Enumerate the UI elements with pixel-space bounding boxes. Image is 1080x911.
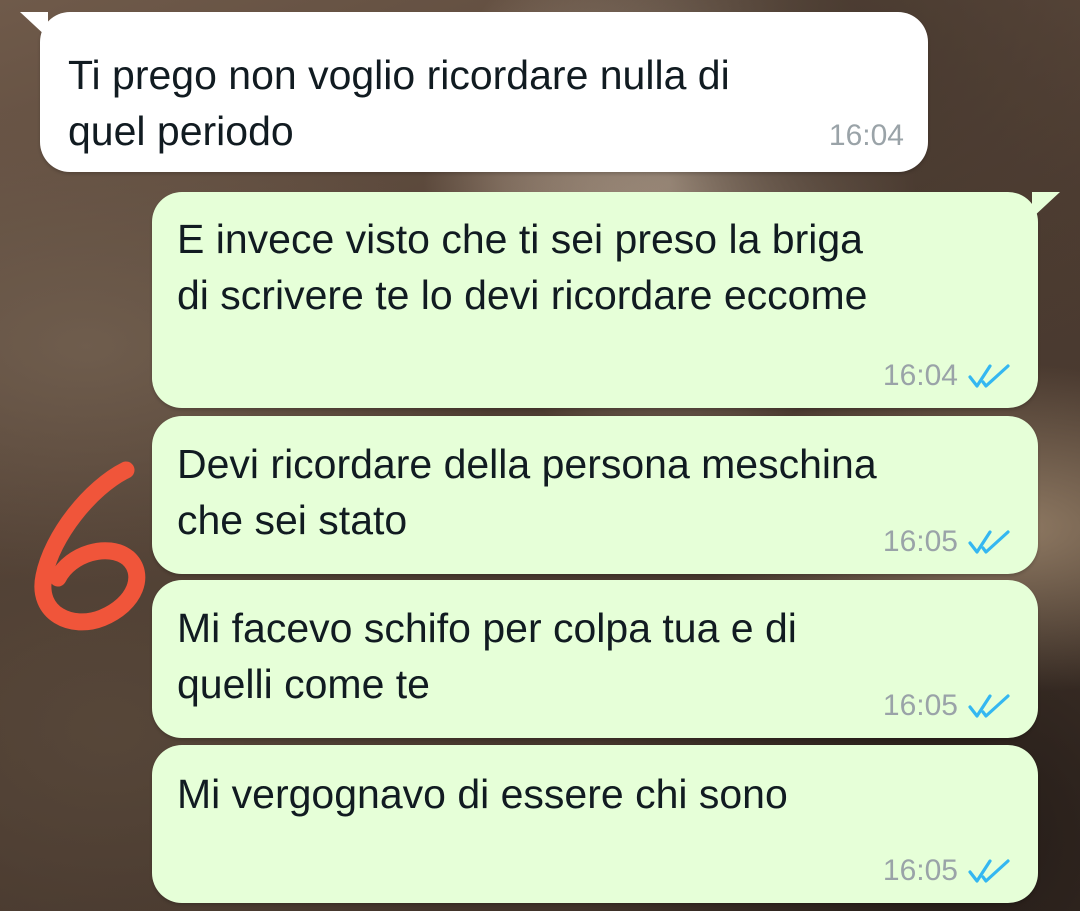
- message-text: Devi ricordare della persona meschina ch…: [177, 441, 877, 543]
- double-check-icon: [968, 694, 1010, 718]
- message-bubble-outgoing[interactable]: Devi ricordare della persona meschina ch…: [152, 416, 1038, 574]
- bubble-tail: [1032, 192, 1060, 218]
- double-check-icon: [968, 530, 1010, 554]
- message-text: Ti prego non voglio ricordare nulla di q…: [68, 52, 730, 154]
- message-text: E invece visto che ti sei preso la briga…: [177, 216, 868, 318]
- bubble-tail: [20, 12, 48, 38]
- message-text: Mi vergognavo di essere chi sono: [177, 771, 788, 817]
- message-meta: 16:05: [883, 524, 1012, 560]
- message-time: 16:04: [882, 359, 958, 392]
- message-bubble-incoming[interactable]: Ti prego non voglio ricordare nulla di q…: [20, 12, 928, 172]
- message-meta: 16:04: [829, 118, 904, 154]
- handwritten-number-annotation: [34, 461, 146, 631]
- message-time: 16:05: [882, 525, 958, 558]
- message-bubble-outgoing[interactable]: Mi vergognavo di essere chi sono 16:05: [152, 745, 1038, 903]
- double-check-icon: [968, 364, 1010, 388]
- message-text: Mi facevo schifo per colpa tua e di quel…: [177, 605, 797, 707]
- message-time: 16:05: [882, 689, 958, 722]
- message-time: 16:04: [828, 119, 904, 152]
- message-meta: 16:05: [883, 688, 1012, 724]
- message-time: 16:05: [882, 854, 958, 887]
- message-bubble-outgoing[interactable]: E invece visto che ti sei preso la briga…: [152, 192, 1060, 408]
- message-bubble-outgoing[interactable]: Mi facevo schifo per colpa tua e di quel…: [152, 580, 1038, 738]
- message-meta: 16:05: [883, 853, 1012, 889]
- double-check-icon: [968, 859, 1010, 883]
- message-meta: 16:04: [883, 358, 1012, 394]
